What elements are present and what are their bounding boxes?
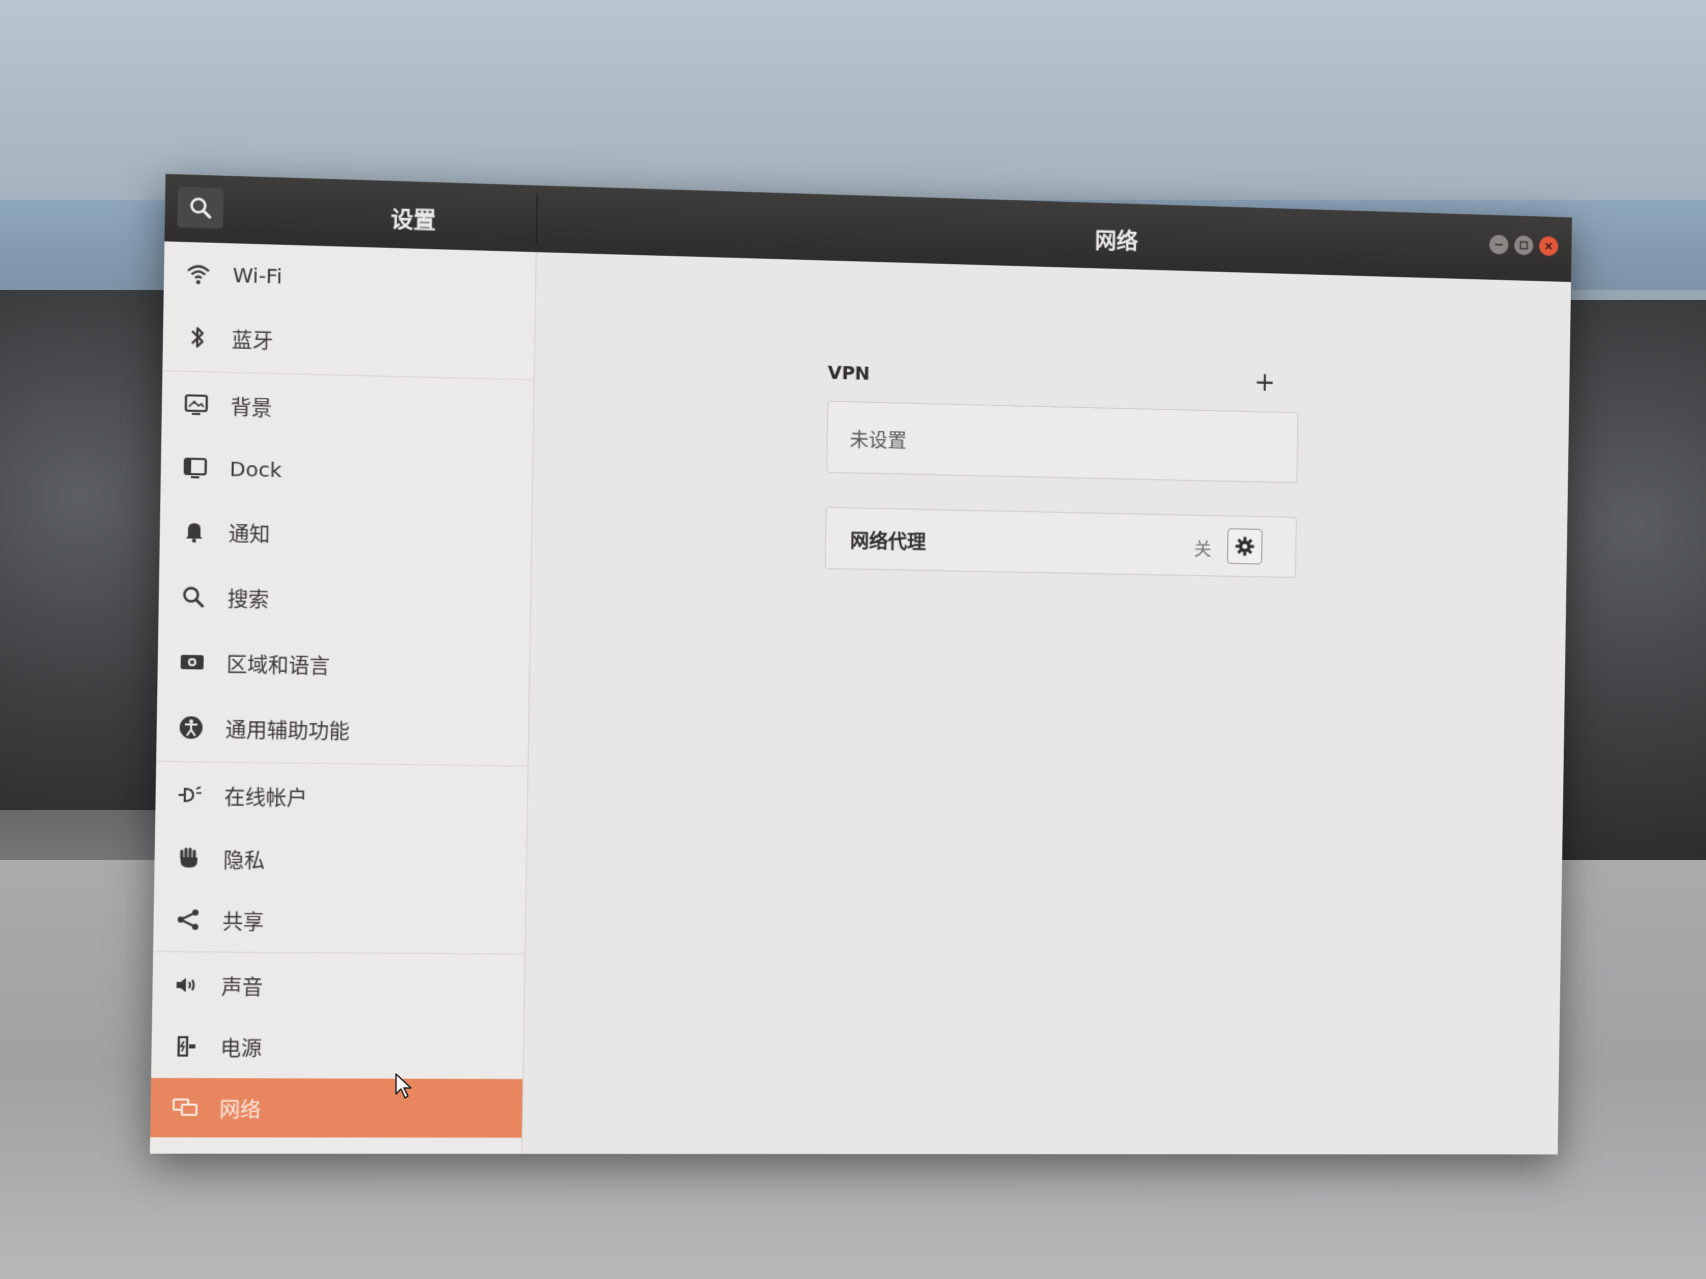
desktop-background: 设置 网络 Wi-Fi 蓝牙 背景 Dock 通知 搜索 区域和语言 通用辅助功… bbox=[0, 0, 1706, 1279]
search-icon bbox=[179, 583, 206, 610]
sidebar-item-label: 网络 bbox=[219, 1097, 262, 1122]
bell-icon bbox=[181, 518, 208, 545]
network-panel: VPN + 未设置 网络代理 关 bbox=[522, 252, 1572, 1155]
speaker-icon bbox=[173, 972, 201, 999]
close-button[interactable] bbox=[1538, 236, 1559, 257]
share-icon bbox=[174, 906, 202, 933]
bluetooth-icon bbox=[184, 324, 211, 351]
maximize-button[interactable] bbox=[1514, 235, 1534, 256]
sidebar-item-sharing[interactable]: 共享 bbox=[153, 890, 525, 952]
vpn-heading: VPN bbox=[827, 362, 871, 385]
sidebar-item-label: 声音 bbox=[221, 974, 264, 1000]
sidebar-item-online-accounts[interactable]: 在线帐户 bbox=[155, 765, 527, 828]
minimize-icon bbox=[1494, 240, 1504, 250]
sidebar-item-bluetooth[interactable]: 蓝牙 bbox=[162, 307, 534, 376]
accessibility-icon bbox=[177, 714, 205, 741]
sidebar-item-label: 搜索 bbox=[227, 586, 270, 612]
sidebar-item-label: Wi-Fi bbox=[232, 262, 283, 289]
sidebar-separator bbox=[153, 951, 525, 955]
sidebar-item-label: 通用辅助功能 bbox=[225, 717, 350, 744]
sidebar-item-label: 共享 bbox=[222, 909, 265, 935]
search-button[interactable] bbox=[177, 186, 224, 229]
sidebar-item-region-language[interactable]: 区域和语言 bbox=[157, 632, 529, 697]
sidebar-item-power[interactable]: 电源 bbox=[151, 1017, 523, 1077]
sidebar-item-label: Dock bbox=[229, 456, 282, 483]
region-icon bbox=[178, 649, 206, 676]
titlebar-divider bbox=[535, 193, 538, 245]
sidebar-item-network[interactable]: 网络 bbox=[150, 1077, 523, 1138]
window-controls bbox=[1489, 234, 1559, 257]
settings-sidebar: Wi-Fi 蓝牙 背景 Dock 通知 搜索 区域和语言 通用辅助功能 在线帐户… bbox=[149, 241, 537, 1154]
sidebar-item-label: 区域和语言 bbox=[226, 651, 331, 679]
sidebar-item-label: 背景 bbox=[230, 394, 273, 421]
minimize-button[interactable] bbox=[1489, 234, 1509, 255]
sidebar-item-search[interactable]: 搜索 bbox=[158, 567, 530, 633]
add-vpn-button[interactable]: + bbox=[1250, 368, 1280, 398]
mouse-cursor bbox=[395, 1073, 412, 1099]
sidebar-item-notifications[interactable]: 通知 bbox=[159, 501, 531, 567]
network-proxy-row[interactable]: 网络代理 关 bbox=[824, 506, 1297, 578]
proxy-status: 关 bbox=[1193, 539, 1212, 561]
search-icon bbox=[189, 196, 212, 219]
sidebar-item-background[interactable]: 背景 bbox=[161, 374, 533, 442]
background-icon bbox=[183, 391, 210, 418]
proxy-label: 网络代理 bbox=[849, 530, 927, 554]
sidebar-item-accessibility[interactable]: 通用辅助功能 bbox=[156, 697, 528, 761]
wifi-icon bbox=[185, 260, 212, 287]
sidebar-item-dock[interactable]: Dock bbox=[160, 438, 532, 505]
sidebar-item-privacy[interactable]: 隐私 bbox=[154, 828, 526, 891]
sidebar-item-label: 蓝牙 bbox=[231, 327, 274, 354]
sidebar-item-label: 在线帐户 bbox=[224, 784, 308, 811]
online-accounts-icon bbox=[176, 782, 204, 809]
sidebar-item-label: 隐私 bbox=[223, 847, 266, 873]
sidebar-item-label: 电源 bbox=[220, 1035, 263, 1061]
dock-icon bbox=[182, 454, 209, 481]
panel-title: 网络 bbox=[1094, 228, 1139, 255]
vpn-list: 未设置 bbox=[826, 400, 1299, 484]
sidebar-item-label: 通知 bbox=[228, 521, 271, 547]
gear-icon bbox=[1235, 536, 1255, 556]
close-icon bbox=[1544, 241, 1554, 251]
maximize-icon bbox=[1519, 240, 1529, 250]
power-icon bbox=[172, 1033, 200, 1060]
privacy-hand-icon bbox=[175, 845, 203, 872]
proxy-settings-button[interactable] bbox=[1227, 528, 1263, 565]
settings-title: 设置 bbox=[390, 207, 437, 234]
vpn-empty-text: 未设置 bbox=[849, 429, 907, 453]
sidebar-item-sound[interactable]: 声音 bbox=[152, 955, 524, 1016]
network-icon bbox=[171, 1094, 199, 1121]
sidebar-item-wifi[interactable]: Wi-Fi bbox=[164, 243, 536, 312]
settings-window: 设置 网络 Wi-Fi 蓝牙 背景 Dock 通知 搜索 区域和语言 通用辅助功… bbox=[149, 173, 1573, 1155]
